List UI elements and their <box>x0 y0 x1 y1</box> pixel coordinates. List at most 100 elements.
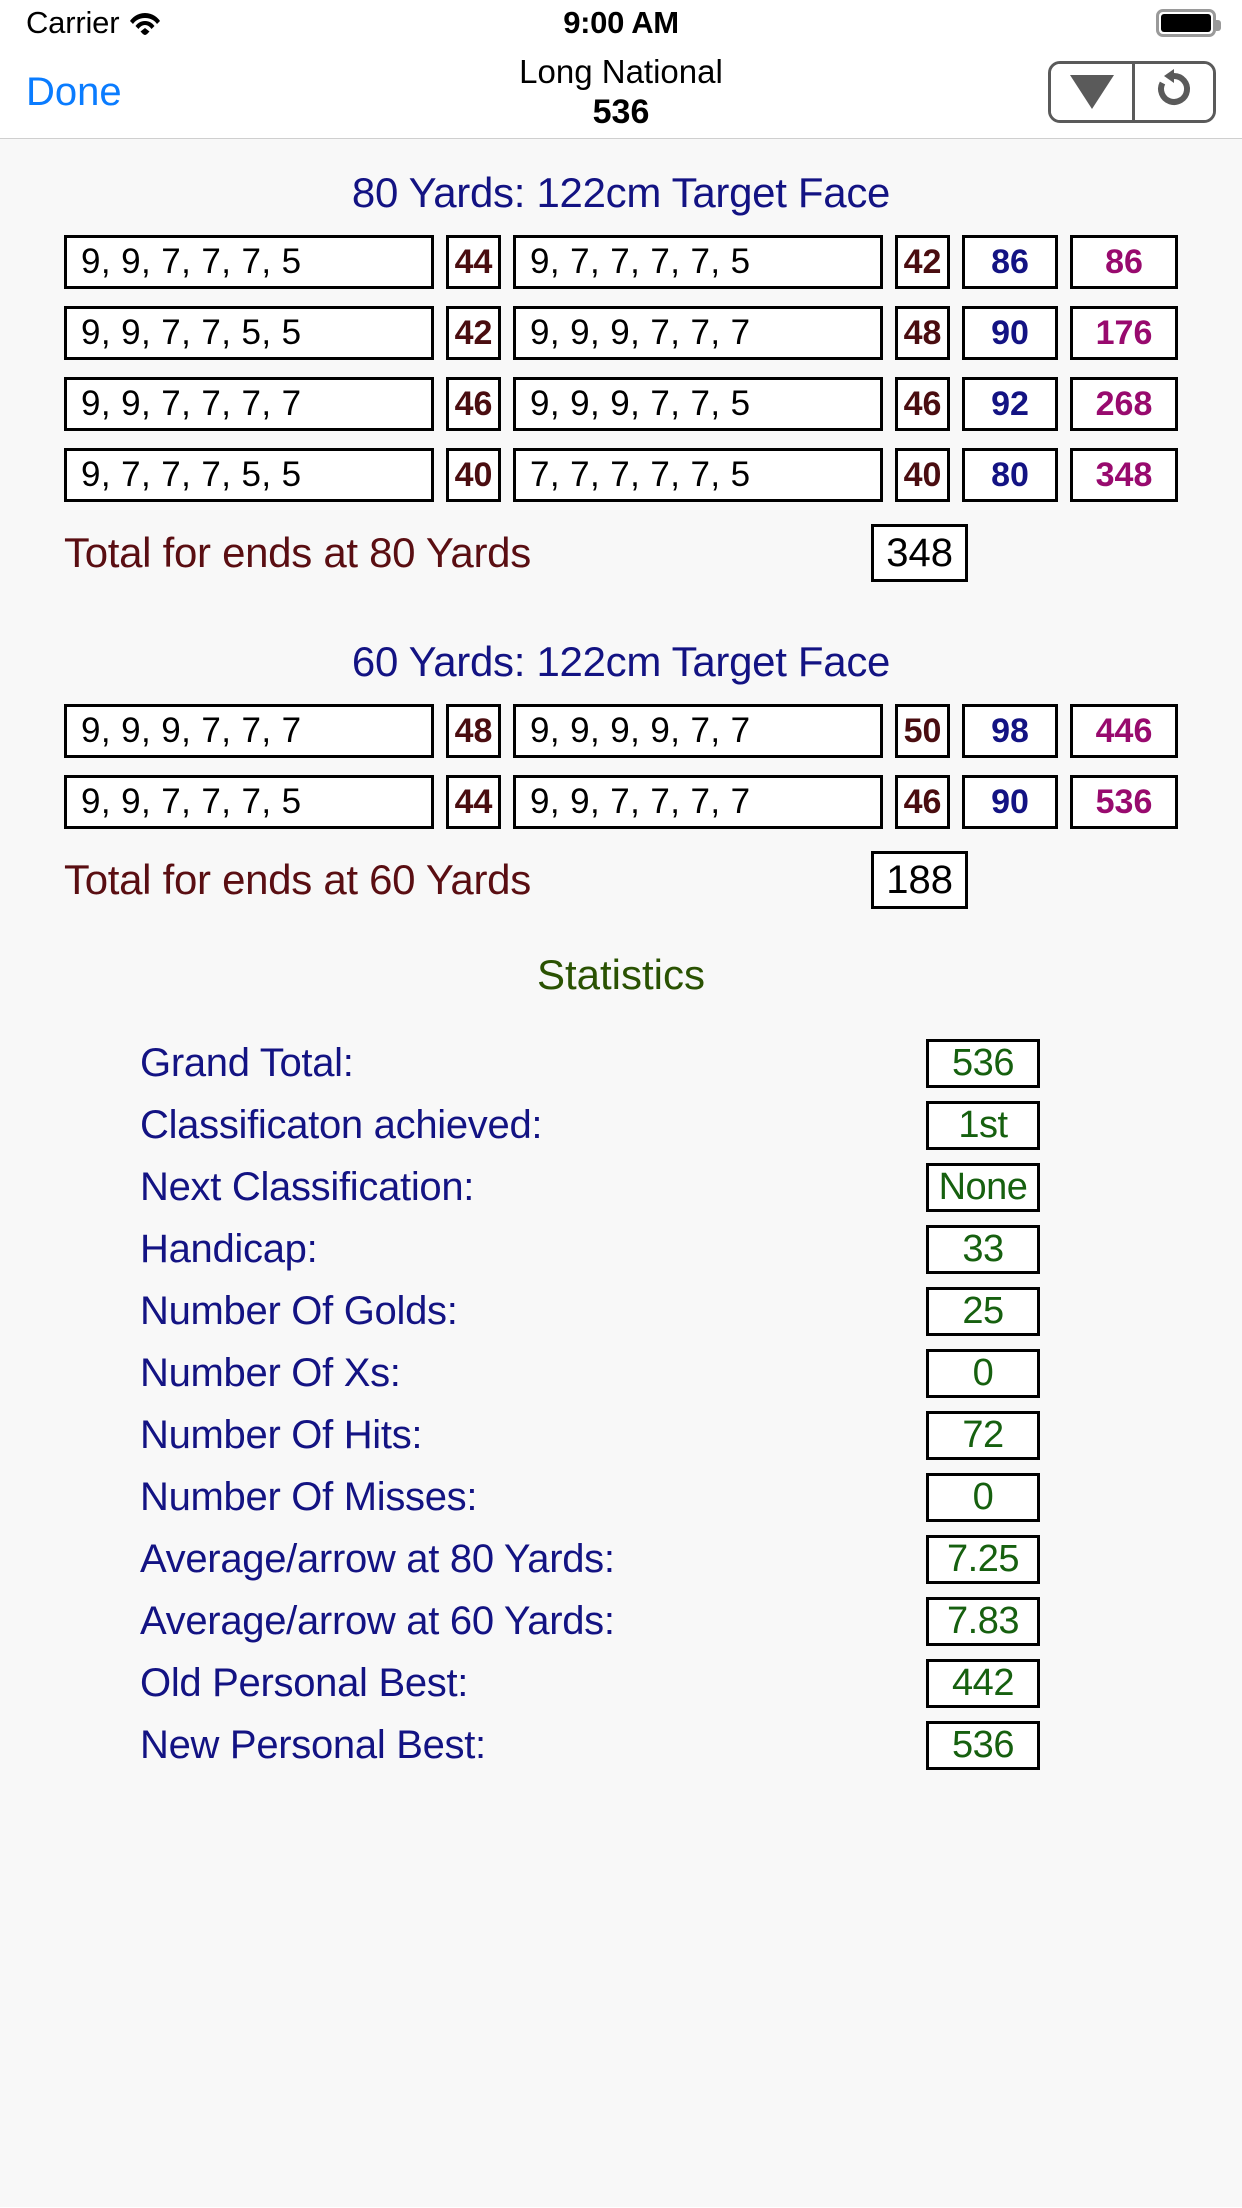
table-row: 9, 9, 7, 7, 5, 5 42 9, 9, 9, 7, 7, 7 48 … <box>0 306 1242 360</box>
end1-arrows-input[interactable]: 9, 9, 9, 7, 7, 7 <box>64 704 434 758</box>
distance-total-label: Total for ends at 60 Yards <box>64 856 531 903</box>
running-total: 348 <box>1070 448 1178 502</box>
stat-label: Number Of Golds: <box>140 1288 458 1333</box>
end1-total: 48 <box>446 704 501 758</box>
section-heading-80-yards: 80 Yards: 122cm Target Face <box>351 169 891 216</box>
list-item: Grand Total: 536 <box>0 1037 1242 1089</box>
table-row: 9, 9, 9, 7, 7, 7 48 9, 9, 9, 9, 7, 7 50 … <box>0 704 1242 758</box>
end1-arrows-input[interactable]: 9, 9, 7, 7, 7, 5 <box>64 775 434 829</box>
stat-value: 536 <box>926 1038 1040 1088</box>
row-total: 80 <box>962 448 1058 502</box>
scorecard-page: 80 Yards: 122cm Target Face 9, 9, 7, 7, … <box>0 139 1242 2207</box>
list-item: Number Of Golds: 25 <box>0 1285 1242 1337</box>
end1-arrows-input[interactable]: 9, 9, 7, 7, 7, 7 <box>64 377 434 431</box>
running-total: 176 <box>1070 306 1178 360</box>
stat-label: Classificaton achieved: <box>140 1102 543 1147</box>
list-item: Average/arrow at 60 Yards: 7.83 <box>0 1595 1242 1647</box>
distance-total-value: 188 <box>871 851 968 909</box>
stat-value: 536 <box>926 1720 1040 1770</box>
end2-arrows-input[interactable]: 9, 9, 9, 7, 7, 7 <box>513 306 883 360</box>
end1-total: 40 <box>446 448 501 502</box>
stat-value: 25 <box>926 1286 1040 1336</box>
list-item: Handicap: 33 <box>0 1223 1242 1275</box>
triangle-down-icon <box>1069 75 1114 109</box>
stat-value: 442 <box>926 1658 1040 1708</box>
stat-label: Number Of Xs: <box>140 1350 401 1395</box>
running-total: 268 <box>1070 377 1178 431</box>
table-row: 9, 7, 7, 7, 5, 5 40 7, 7, 7, 7, 7, 5 40 … <box>0 448 1242 502</box>
end1-arrows-input[interactable]: 9, 9, 7, 7, 5, 5 <box>64 306 434 360</box>
list-item: Number Of Misses: 0 <box>0 1471 1242 1523</box>
list-item: Next Classification: None <box>0 1161 1242 1213</box>
stat-label: New Personal Best: <box>140 1722 486 1767</box>
distance-total-value: 348 <box>871 524 968 582</box>
stat-label: Old Personal Best: <box>140 1660 469 1705</box>
end1-total: 44 <box>446 235 501 289</box>
end2-total: 40 <box>895 448 950 502</box>
stat-label: Average/arrow at 80 Yards: <box>140 1536 615 1581</box>
end1-total: 42 <box>446 306 501 360</box>
stat-value: 7.83 <box>926 1596 1040 1646</box>
stat-label: Average/arrow at 60 Yards: <box>140 1598 615 1643</box>
list-item: Old Personal Best: 442 <box>0 1657 1242 1709</box>
list-item: Average/arrow at 80 Yards: 7.25 <box>0 1533 1242 1585</box>
row-total: 92 <box>962 377 1058 431</box>
end1-total: 46 <box>446 377 501 431</box>
list-item: Classificaton achieved: 1st <box>0 1099 1242 1151</box>
distance-total-line-80-yards: Total for ends at 80 Yards 348 <box>0 524 1242 582</box>
section-heading-60-yards: 60 Yards: 122cm Target Face <box>351 638 891 685</box>
running-total: 86 <box>1070 235 1178 289</box>
done-button[interactable]: Done <box>26 70 122 115</box>
stat-label: Number Of Hits: <box>140 1412 423 1457</box>
stat-value: 33 <box>926 1224 1040 1274</box>
refresh-button[interactable] <box>1132 64 1213 120</box>
distance-total-label: Total for ends at 80 Yards <box>64 529 531 576</box>
row-total: 86 <box>962 235 1058 289</box>
end2-total: 46 <box>895 775 950 829</box>
toolbar-segmented-control[interactable] <box>1048 61 1216 123</box>
running-total: 446 <box>1070 704 1178 758</box>
distance-section-60-yards: 60 Yards: 122cm Target Face 9, 9, 9, 7, … <box>0 638 1242 909</box>
row-total: 90 <box>962 775 1058 829</box>
end2-total: 50 <box>895 704 950 758</box>
end2-arrows-input[interactable]: 7, 7, 7, 7, 7, 5 <box>513 448 883 502</box>
navigation-bar: Done Long National 536 <box>0 46 1242 139</box>
list-item: New Personal Best: 536 <box>0 1719 1242 1771</box>
statistics-heading: Statistics <box>536 951 706 998</box>
row-total: 98 <box>962 704 1058 758</box>
stat-value: 72 <box>926 1410 1040 1460</box>
statistics-section: Statistics Grand Total: 536 Classificato… <box>0 951 1242 1771</box>
stat-value: 7.25 <box>926 1534 1040 1584</box>
row-total: 90 <box>962 306 1058 360</box>
distance-total-line-60-yards: Total for ends at 60 Yards 188 <box>0 851 1242 909</box>
end2-arrows-input[interactable]: 9, 9, 9, 7, 7, 5 <box>513 377 883 431</box>
page-score-subtitle: 536 <box>592 92 650 131</box>
distance-section-80-yards: 80 Yards: 122cm Target Face 9, 9, 7, 7, … <box>0 169 1242 582</box>
end2-arrows-input[interactable]: 9, 9, 7, 7, 7, 7 <box>513 775 883 829</box>
stat-value: 0 <box>926 1472 1040 1522</box>
end1-arrows-input[interactable]: 9, 7, 7, 7, 5, 5 <box>64 448 434 502</box>
stat-label: Number Of Misses: <box>140 1474 478 1519</box>
stat-label: Grand Total: <box>140 1040 354 1085</box>
status-bar-right <box>1156 9 1221 37</box>
stat-value: None <box>926 1162 1040 1212</box>
list-item: Number Of Xs: 0 <box>0 1347 1242 1399</box>
end1-arrows-input[interactable]: 9, 9, 7, 7, 7, 5 <box>64 235 434 289</box>
end2-total: 46 <box>895 377 950 431</box>
stat-value: 1st <box>926 1100 1040 1150</box>
end2-arrows-input[interactable]: 9, 7, 7, 7, 7, 5 <box>513 235 883 289</box>
table-row: 9, 9, 7, 7, 7, 5 44 9, 9, 7, 7, 7, 7 46 … <box>0 775 1242 829</box>
status-bar: Carrier 9:00 AM <box>0 0 1242 46</box>
stat-value: 0 <box>926 1348 1040 1398</box>
end2-arrows-input[interactable]: 9, 9, 9, 9, 7, 7 <box>513 704 883 758</box>
stat-label: Next Classification: <box>140 1164 475 1209</box>
stat-label: Handicap: <box>140 1226 318 1271</box>
dropdown-button[interactable] <box>1051 64 1132 120</box>
end1-total: 44 <box>446 775 501 829</box>
battery-icon <box>1156 9 1221 37</box>
list-item: Number Of Hits: 72 <box>0 1409 1242 1461</box>
end2-total: 42 <box>895 235 950 289</box>
refresh-counterclockwise-icon <box>1154 68 1194 117</box>
table-row: 9, 9, 7, 7, 7, 5 44 9, 7, 7, 7, 7, 5 42 … <box>0 235 1242 289</box>
end2-total: 48 <box>895 306 950 360</box>
